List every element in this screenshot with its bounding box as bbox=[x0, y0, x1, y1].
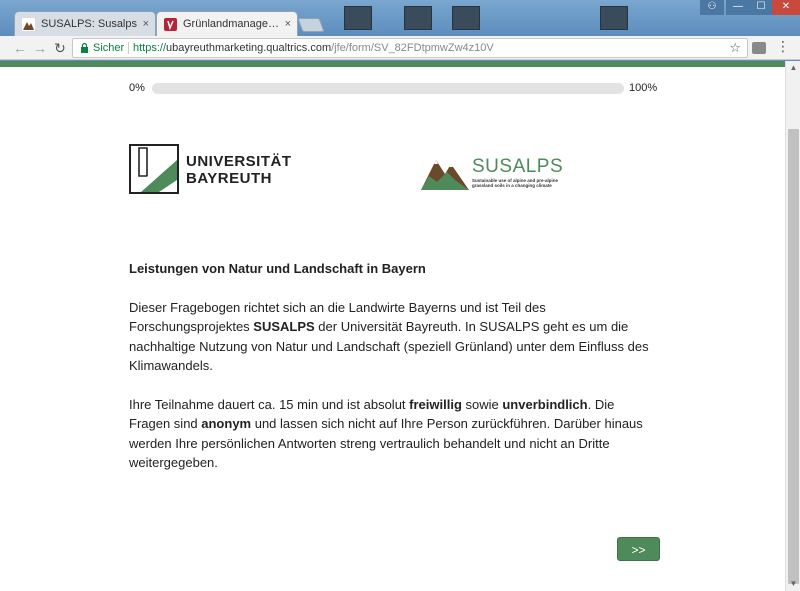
new-tab-button[interactable] bbox=[297, 18, 325, 32]
tab-label: SUSALPS: Susalps bbox=[41, 18, 137, 30]
desktop-thumbnail bbox=[404, 6, 432, 30]
lock-icon bbox=[81, 43, 88, 53]
survey-intro: Leistungen von Natur und Landschaft in B… bbox=[129, 259, 659, 492]
secure-label: Sicher bbox=[93, 42, 125, 54]
bold-text: freiwillig bbox=[409, 396, 462, 412]
progress-start-label: 0% bbox=[129, 82, 145, 94]
intro-paragraph-2: Ihre Teilnahme dauert ca. 15 min und ist… bbox=[129, 395, 659, 473]
bold-text: unverbindlich bbox=[502, 396, 588, 412]
university-emblem-icon bbox=[129, 144, 179, 194]
survey-heading: Leistungen von Natur und Landschaft in B… bbox=[129, 261, 426, 276]
url-text[interactable]: https://ubayreuthmarketing.qualtrics.com… bbox=[133, 39, 494, 57]
browser-toolbar: ← → ↻ Sicher https://ubayreuthmarketing.… bbox=[0, 36, 800, 60]
user-profile-icon[interactable]: ⚇ bbox=[700, 0, 724, 15]
university-bayreuth-logo: UNIVERSITÄT BAYREUTH bbox=[129, 144, 294, 194]
extension-icon[interactable] bbox=[752, 42, 766, 54]
tab-susalps[interactable]: SUSALPS: Susalps × bbox=[14, 11, 156, 36]
tab-close-icon[interactable]: × bbox=[285, 12, 291, 36]
text: sowie bbox=[461, 396, 503, 412]
susalps-logo: SUSALPS Sustainable use of alpine and pr… bbox=[421, 152, 571, 194]
bold-text: SUSALPS bbox=[253, 319, 315, 334]
university-name-line1: UNIVERSITÄT bbox=[186, 153, 292, 170]
url-path: /jfe/form/SV_82FDtpmwZw4z10V bbox=[331, 42, 494, 54]
qualtrics-favicon-icon bbox=[164, 18, 177, 31]
scroll-thumb[interactable] bbox=[788, 129, 799, 584]
susalps-name: SUSALPS bbox=[472, 156, 564, 177]
tab-label: Grünlandmanagement u bbox=[183, 18, 283, 30]
mountains-icon bbox=[421, 160, 469, 190]
reload-button[interactable]: ↻ bbox=[50, 38, 70, 58]
desktop-thumbnail bbox=[344, 6, 372, 30]
tab-close-icon[interactable]: × bbox=[143, 12, 149, 36]
bold-text: anonym bbox=[201, 416, 252, 431]
next-button[interactable]: >> bbox=[617, 537, 660, 561]
url-scheme: https:// bbox=[133, 42, 167, 54]
forward-button[interactable]: → bbox=[30, 38, 50, 58]
page-scrollbar[interactable]: ▲ ▼ bbox=[785, 61, 800, 591]
progress-end-label: 100% bbox=[629, 82, 658, 94]
address-separator bbox=[128, 42, 129, 54]
desktop-thumbnail bbox=[600, 6, 628, 30]
text: Ihre Teilnahme dauert ca. 15 min und ist… bbox=[129, 396, 410, 412]
back-button[interactable]: ← bbox=[10, 38, 30, 58]
mountain-favicon-icon bbox=[22, 18, 35, 31]
address-bar[interactable]: Sicher https://ubayreuthmarketing.qualtr… bbox=[72, 38, 748, 58]
bookmark-star-icon[interactable]: ☆ bbox=[729, 39, 741, 57]
desktop-thumbnail bbox=[452, 6, 480, 30]
tab-gruenlandmanagement[interactable]: Grünlandmanagement u × bbox=[156, 11, 298, 36]
scroll-up-arrow-icon[interactable]: ▲ bbox=[786, 61, 800, 75]
minimize-button[interactable]: — bbox=[726, 0, 750, 15]
progress-bar bbox=[152, 83, 624, 94]
scroll-down-arrow-icon[interactable]: ▼ bbox=[786, 577, 800, 591]
browser-menu-icon[interactable]: ⋮ bbox=[776, 38, 790, 55]
close-window-button[interactable]: ✕ bbox=[772, 0, 800, 15]
intro-paragraph-1: Dieser Fragebogen richtet sich an die La… bbox=[129, 298, 659, 376]
maximize-button[interactable]: ☐ bbox=[750, 0, 772, 15]
university-name-line2: BAYREUTH bbox=[186, 170, 272, 187]
desktop-background bbox=[300, 6, 700, 30]
susalps-tagline: Sustainable use of alpine and pre-alpine… bbox=[472, 178, 559, 188]
url-host: ubayreuthmarketing.qualtrics.com bbox=[166, 42, 332, 54]
